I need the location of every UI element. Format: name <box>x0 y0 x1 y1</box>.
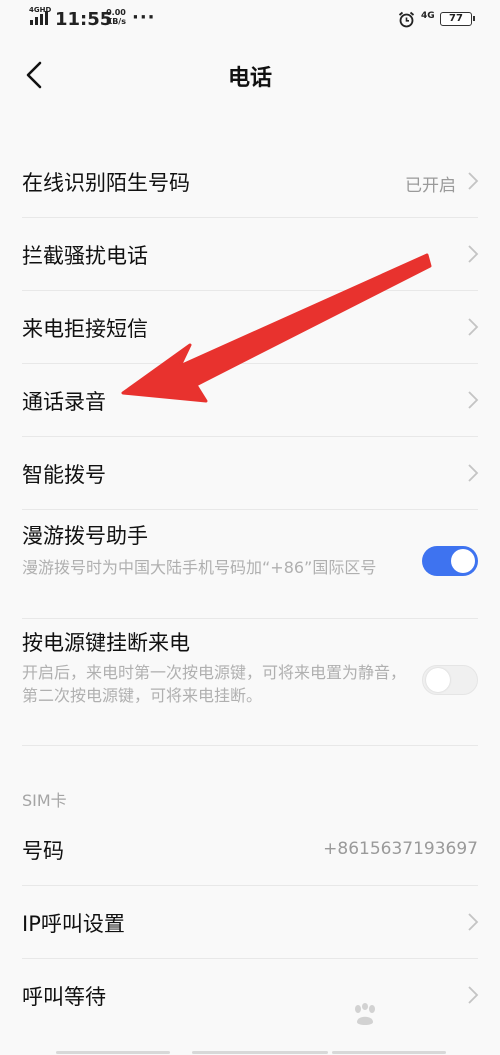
chevron-right-icon <box>468 172 479 190</box>
network-speed: 0.00 KB/s <box>106 8 126 26</box>
row-label: IP呼叫设置 <box>22 912 125 936</box>
row-value: 已开启 <box>405 176 456 196</box>
paw-icon <box>355 1003 375 1025</box>
navigation-hint-bar <box>0 1050 500 1055</box>
settings-row-power-key-end-call: 按电源键挂断来电 开启后，来电时第一次按电源键，可将来电置为静音，第二次按电源键… <box>0 619 500 745</box>
chevron-right-icon <box>468 464 479 482</box>
row-label: 拦截骚扰电话 <box>22 244 148 268</box>
settings-row-smart-dialing[interactable]: 智能拨号 <box>0 437 500 509</box>
signal-icon <box>30 11 48 25</box>
status-time: 11:55 <box>55 9 113 30</box>
row-label: 来电拒接短信 <box>22 317 148 341</box>
more-notifications-icon: ··· <box>132 7 156 28</box>
chevron-right-icon <box>468 245 479 263</box>
row-label: 在线识别陌生号码 <box>22 171 190 195</box>
row-label: 通话录音 <box>22 390 106 414</box>
watermark-logo <box>352 1003 378 1030</box>
page-title: 电话 <box>227 66 272 91</box>
roaming-dial-assistant-toggle[interactable] <box>422 546 478 576</box>
settings-row-call-recording[interactable]: 通话录音 <box>0 364 500 436</box>
alarm-icon <box>398 11 415 28</box>
power-key-end-call-toggle[interactable] <box>422 665 478 695</box>
settings-row-call-waiting[interactable]: 呼叫等待 <box>0 959 500 1031</box>
status-bar: 4GHD 11:55 0.00 KB/s ··· 4G 77 <box>0 0 500 40</box>
chevron-right-icon <box>468 913 479 931</box>
settings-row-roaming-dial-assistant: 漫游拨号助手 漫游拨号时为中国大陆手机号码加“+86”国际区号 <box>0 510 500 618</box>
settings-row-ip-call-settings[interactable]: IP呼叫设置 <box>0 886 500 958</box>
toggle-knob <box>451 549 475 573</box>
row-label: 呼叫等待 <box>22 985 106 1009</box>
row-label: 号码 <box>22 839 64 863</box>
sim-network-label: 4G <box>421 11 435 21</box>
toggle-knob <box>426 668 450 692</box>
row-label: 漫游拨号助手 <box>22 524 148 548</box>
speed-unit: KB/s <box>106 17 126 26</box>
divider <box>22 745 478 746</box>
chevron-right-icon <box>468 986 479 1004</box>
chevron-right-icon <box>468 391 479 409</box>
row-value: +8615637193697 <box>323 839 478 859</box>
chevron-right-icon <box>468 318 479 336</box>
title-bar: 电话 <box>0 40 500 110</box>
settings-row-online-caller-id[interactable]: 在线识别陌生号码 已开启 <box>0 145 500 217</box>
battery-icon: 77 <box>440 12 475 26</box>
settings-row-phone-number[interactable]: 号码 +8615637193697 <box>0 813 500 885</box>
row-description: 漫游拨号时为中国大陆手机号码加“+86”国际区号 <box>22 558 377 577</box>
section-header-sim: SIM卡 <box>22 791 67 810</box>
settings-row-block-harassment-calls[interactable]: 拦截骚扰电话 <box>0 218 500 290</box>
row-description: 开启后，来电时第一次按电源键，可将来电置为静音，第二次按电源键，可将来电挂断。 <box>22 663 407 705</box>
speed-value: 0.00 <box>106 8 126 17</box>
row-label: 按电源键挂断来电 <box>22 631 190 655</box>
settings-row-reject-call-sms[interactable]: 来电拒接短信 <box>0 291 500 363</box>
row-label: 智能拨号 <box>22 463 106 487</box>
